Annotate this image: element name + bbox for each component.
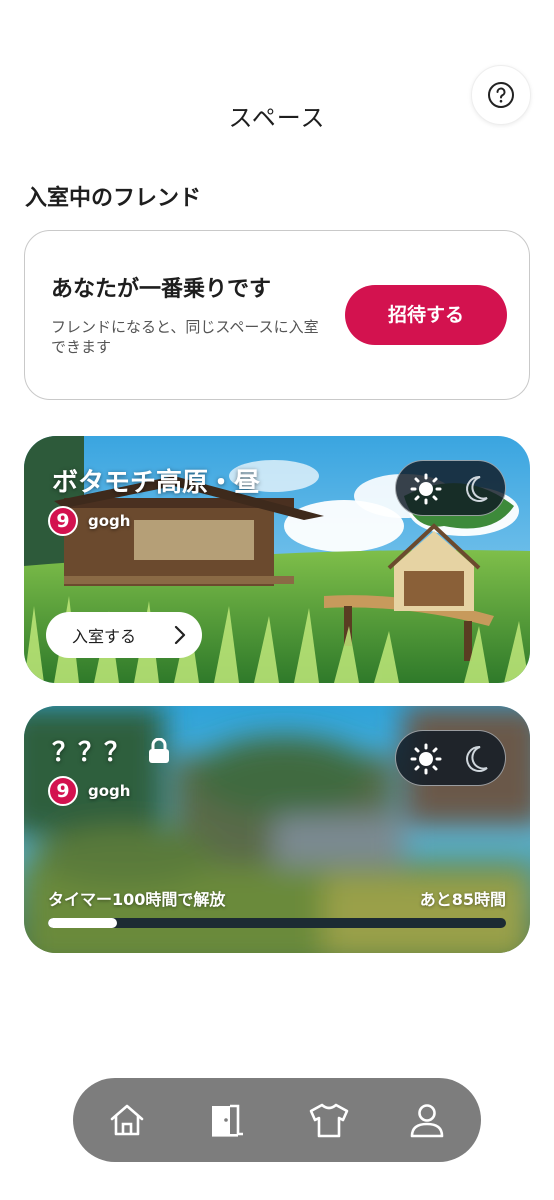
space-name: ？？？ xyxy=(52,732,171,769)
space-owner: 9 gogh xyxy=(48,506,130,536)
space-card-locked[interactable]: ？？？ 9 gogh タイマー100時間で解放 あと85時間 xyxy=(24,706,530,953)
locked-space-name: ？？？ xyxy=(52,738,131,768)
remaining-time: あと85時間 xyxy=(419,890,506,909)
sun-icon xyxy=(410,473,442,505)
day-night-toggle[interactable] xyxy=(395,730,506,786)
closet-shirt-icon xyxy=(309,1103,349,1138)
owner-name: gogh xyxy=(88,512,131,530)
moon-icon xyxy=(466,475,488,502)
chevron-right-icon xyxy=(174,625,186,645)
owner-badge: 9 xyxy=(48,506,78,536)
unlock-progress-fill xyxy=(48,918,117,928)
profile-icon xyxy=(410,1104,444,1138)
space-name: ボタモチ高原・昼 xyxy=(52,468,261,498)
home-icon xyxy=(110,1104,144,1136)
section-title: 入室中のフレンド xyxy=(25,186,202,211)
enter-space-button[interactable]: 入室する xyxy=(46,612,202,658)
enter-space-label: 入室する xyxy=(72,627,137,646)
invite-button[interactable]: 招待する xyxy=(345,285,507,345)
friends-empty-card: あなたが一番乗りです フレンドになると、同じスペースに入室できます 招待する xyxy=(24,230,530,400)
first-card-heading: あなたが一番乗りです xyxy=(51,277,272,302)
owner-name: gogh xyxy=(88,782,131,800)
nav-profile[interactable] xyxy=(407,1100,447,1140)
nav-space[interactable] xyxy=(207,1100,247,1140)
nav-home[interactable] xyxy=(107,1100,147,1140)
unlock-timer-label: タイマー100時間で解放 xyxy=(48,890,226,909)
nav-closet[interactable] xyxy=(307,1100,349,1140)
first-card-description: フレンドになると、同じスペースに入室できます xyxy=(51,318,319,356)
lock-icon xyxy=(149,737,170,763)
space-door-icon xyxy=(212,1104,243,1137)
page-title: スペース xyxy=(228,104,326,132)
sun-icon xyxy=(410,743,442,775)
owner-badge: 9 xyxy=(48,776,78,806)
space-card-botamochi[interactable]: ボタモチ高原・昼 9 gogh 入室する xyxy=(24,436,530,683)
space-owner: 9 gogh xyxy=(48,776,130,806)
moon-icon xyxy=(466,745,488,772)
unlock-progress-bar xyxy=(48,918,506,928)
bottom-nav xyxy=(73,1078,481,1162)
day-night-toggle[interactable] xyxy=(395,460,506,516)
